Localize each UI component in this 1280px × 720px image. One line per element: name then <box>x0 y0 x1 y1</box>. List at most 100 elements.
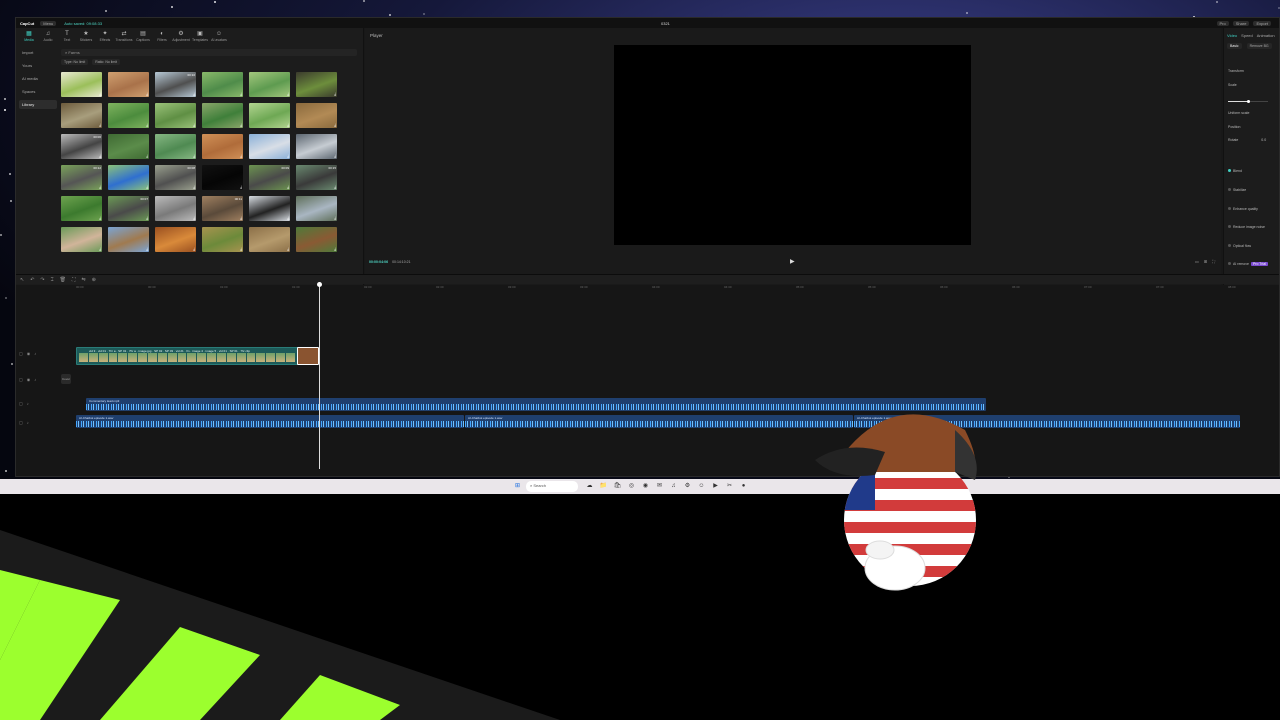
download-icon[interactable]: ⤓ <box>287 122 289 127</box>
download-icon[interactable]: ⤓ <box>240 153 242 158</box>
media-thumbnail[interactable]: ⤓ <box>202 165 243 190</box>
tab-adjustment[interactable]: ⚙ Adjustment <box>172 31 190 44</box>
media-thumbnail[interactable]: ⤓ <box>108 134 149 159</box>
audio-clip-a[interactable]: AI-Chatbot episode 1.wav <box>76 415 464 428</box>
chrome-icon[interactable]: ◉ <box>640 481 651 492</box>
media-thumbnail[interactable]: ⤓ <box>249 72 290 97</box>
media-thumbnail[interactable]: 00:11 ⤓ <box>202 196 243 221</box>
export-button[interactable]: Export <box>1253 20 1271 26</box>
tab-transitions[interactable]: ⇄ Transitions <box>116 31 133 44</box>
download-icon[interactable]: ⤓ <box>146 91 148 96</box>
split-icon[interactable]: ⌶ <box>51 277 54 283</box>
media-thumbnail[interactable]: 00:07 ⤓ <box>108 196 149 221</box>
steam-icon[interactable]: ⚙ <box>682 481 693 492</box>
tab-animation[interactable]: Animation <box>1257 33 1275 38</box>
scale-handle[interactable] <box>1247 100 1250 103</box>
media-thumbnail[interactable]: ⤓ <box>155 227 196 252</box>
download-icon[interactable]: ⤓ <box>334 122 336 127</box>
media-thumbnail[interactable]: ⤓ <box>108 72 149 97</box>
download-icon[interactable]: ⤓ <box>99 122 101 127</box>
tab-captions[interactable]: ▤ Captions <box>135 31 151 44</box>
flicker-toggle[interactable] <box>1228 244 1231 247</box>
tab-speed[interactable]: Speed <box>1241 33 1253 38</box>
capcut-icon[interactable]: ✂ <box>724 481 735 492</box>
mail-icon[interactable]: ✉ <box>654 481 665 492</box>
menu-button[interactable]: Menu <box>40 20 57 26</box>
stabilize-row[interactable]: Stabilize <box>1228 188 1246 192</box>
download-icon[interactable]: ⤓ <box>240 122 242 127</box>
playhead[interactable] <box>317 282 322 469</box>
media-thumbnail[interactable]: ⤓ <box>296 72 337 97</box>
edge-icon[interactable]: ◎ <box>626 481 637 492</box>
eye-icon[interactable]: ◉ <box>27 377 31 382</box>
blend-toggle[interactable] <box>1228 169 1231 172</box>
ratio-icon[interactable]: ▭ <box>1195 259 1199 264</box>
taskbar-search[interactable]: ⌕ Search <box>526 481 578 492</box>
lock-icon[interactable]: ▢ <box>19 351 23 356</box>
media-thumbnail[interactable]: ⤓ <box>296 103 337 128</box>
download-icon[interactable]: ⤓ <box>146 122 148 127</box>
start-icon[interactable]: ⊞ <box>512 481 523 492</box>
media-thumbnail[interactable]: ⤓ <box>249 196 290 221</box>
rotate-value[interactable]: 0.0 <box>1261 138 1266 142</box>
download-icon[interactable]: ⤓ <box>334 215 336 220</box>
media-thumbnail[interactable]: 00:06 ⤓ <box>61 134 102 159</box>
download-icon[interactable]: ⤓ <box>193 246 195 251</box>
pro-button[interactable]: Pro <box>1216 20 1229 26</box>
scale-slider[interactable] <box>1228 100 1268 103</box>
preview-canvas[interactable] <box>614 45 971 245</box>
tab-stickers[interactable]: ★ Stickers <box>78 31 94 44</box>
undo-icon[interactable]: ↶ <box>30 277 34 283</box>
zoom-in-icon[interactable]: ⊕ <box>92 277 96 283</box>
timeline[interactable]: 00:00 00:30 01:00 01:30 02:00 02:30 03:00 03:30… <box>16 282 1279 476</box>
cover-button[interactable]: Cover <box>61 374 71 384</box>
download-icon[interactable]: ⤓ <box>193 91 195 96</box>
discord-icon[interactable]: ☺ <box>696 481 707 492</box>
download-icon[interactable]: ⤓ <box>334 184 336 189</box>
media-thumbnail[interactable]: ⤓ <box>61 227 102 252</box>
media-thumbnail[interactable]: ⤓ <box>202 103 243 128</box>
media-thumbnail[interactable]: ⤓ <box>61 196 102 221</box>
download-icon[interactable]: ⤓ <box>146 184 148 189</box>
download-icon[interactable]: ⤓ <box>146 246 148 251</box>
time-ruler[interactable]: 00:00 00:30 01:00 01:30 02:00 02:30 03:00 03:30… <box>16 285 1279 291</box>
mute-icon[interactable]: ♪ <box>27 401 29 406</box>
ai-remove-row[interactable]: AI remove Pro Trial <box>1228 262 1268 266</box>
nav-library[interactable]: Library <box>19 100 57 109</box>
download-icon[interactable]: ⤓ <box>193 153 195 158</box>
mute-icon[interactable]: ♪ <box>34 351 36 356</box>
ratio-filter[interactable]: Ratio: No limit <box>92 59 120 65</box>
enhance-row[interactable]: Enhance quality <box>1228 207 1258 211</box>
media-thumbnail[interactable]: ⤓ <box>296 196 337 221</box>
blend-row[interactable]: Blend <box>1228 169 1242 173</box>
stabilize-toggle[interactable] <box>1228 188 1231 191</box>
media-thumbnail[interactable]: 00:15 ⤓ <box>296 165 337 190</box>
download-icon[interactable]: ⤓ <box>99 153 101 158</box>
download-icon[interactable]: ⤓ <box>287 246 289 251</box>
download-icon[interactable]: ⤓ <box>99 246 101 251</box>
tab-filters[interactable]: ◐ Filters <box>154 31 170 44</box>
tab-video[interactable]: Video <box>1227 33 1237 38</box>
media-thumbnail[interactable]: ⤓ <box>155 134 196 159</box>
download-icon[interactable]: ⤓ <box>240 184 242 189</box>
noise-toggle[interactable] <box>1228 225 1231 228</box>
share-button[interactable]: Share <box>1232 20 1250 26</box>
tab-ai-avatars[interactable]: ☺ AI avatars <box>211 31 227 44</box>
play-button[interactable]: ▶ <box>790 258 795 265</box>
nav-ai-media[interactable]: AI media <box>19 74 57 83</box>
explorer-icon[interactable]: 📁 <box>598 481 609 492</box>
media-thumbnail[interactable]: ⤓ <box>296 134 337 159</box>
nav-spaces[interactable]: Spaces <box>19 87 57 96</box>
media-thumbnail[interactable]: ⤓ <box>108 103 149 128</box>
playhead-handle[interactable] <box>317 282 322 287</box>
mirror-icon[interactable]: ⇋ <box>82 277 86 283</box>
mute-icon[interactable]: ♪ <box>27 420 29 425</box>
tab-audio[interactable]: ♫ Audio <box>40 31 56 44</box>
media-thumbnail[interactable]: ⤓ <box>249 103 290 128</box>
download-icon[interactable]: ⤓ <box>193 184 195 189</box>
zoom-icon[interactable]: ⊞ <box>1204 259 1207 264</box>
tab-effects[interactable]: ✦ Effects <box>97 31 113 44</box>
flicker-row[interactable]: Optical flow <box>1228 244 1251 248</box>
selected-end-clip[interactable] <box>297 347 319 365</box>
video-clip[interactable]: vid 3 · vid 01 · 7hr a · SP 01 · 7hr a ·… <box>76 347 318 365</box>
